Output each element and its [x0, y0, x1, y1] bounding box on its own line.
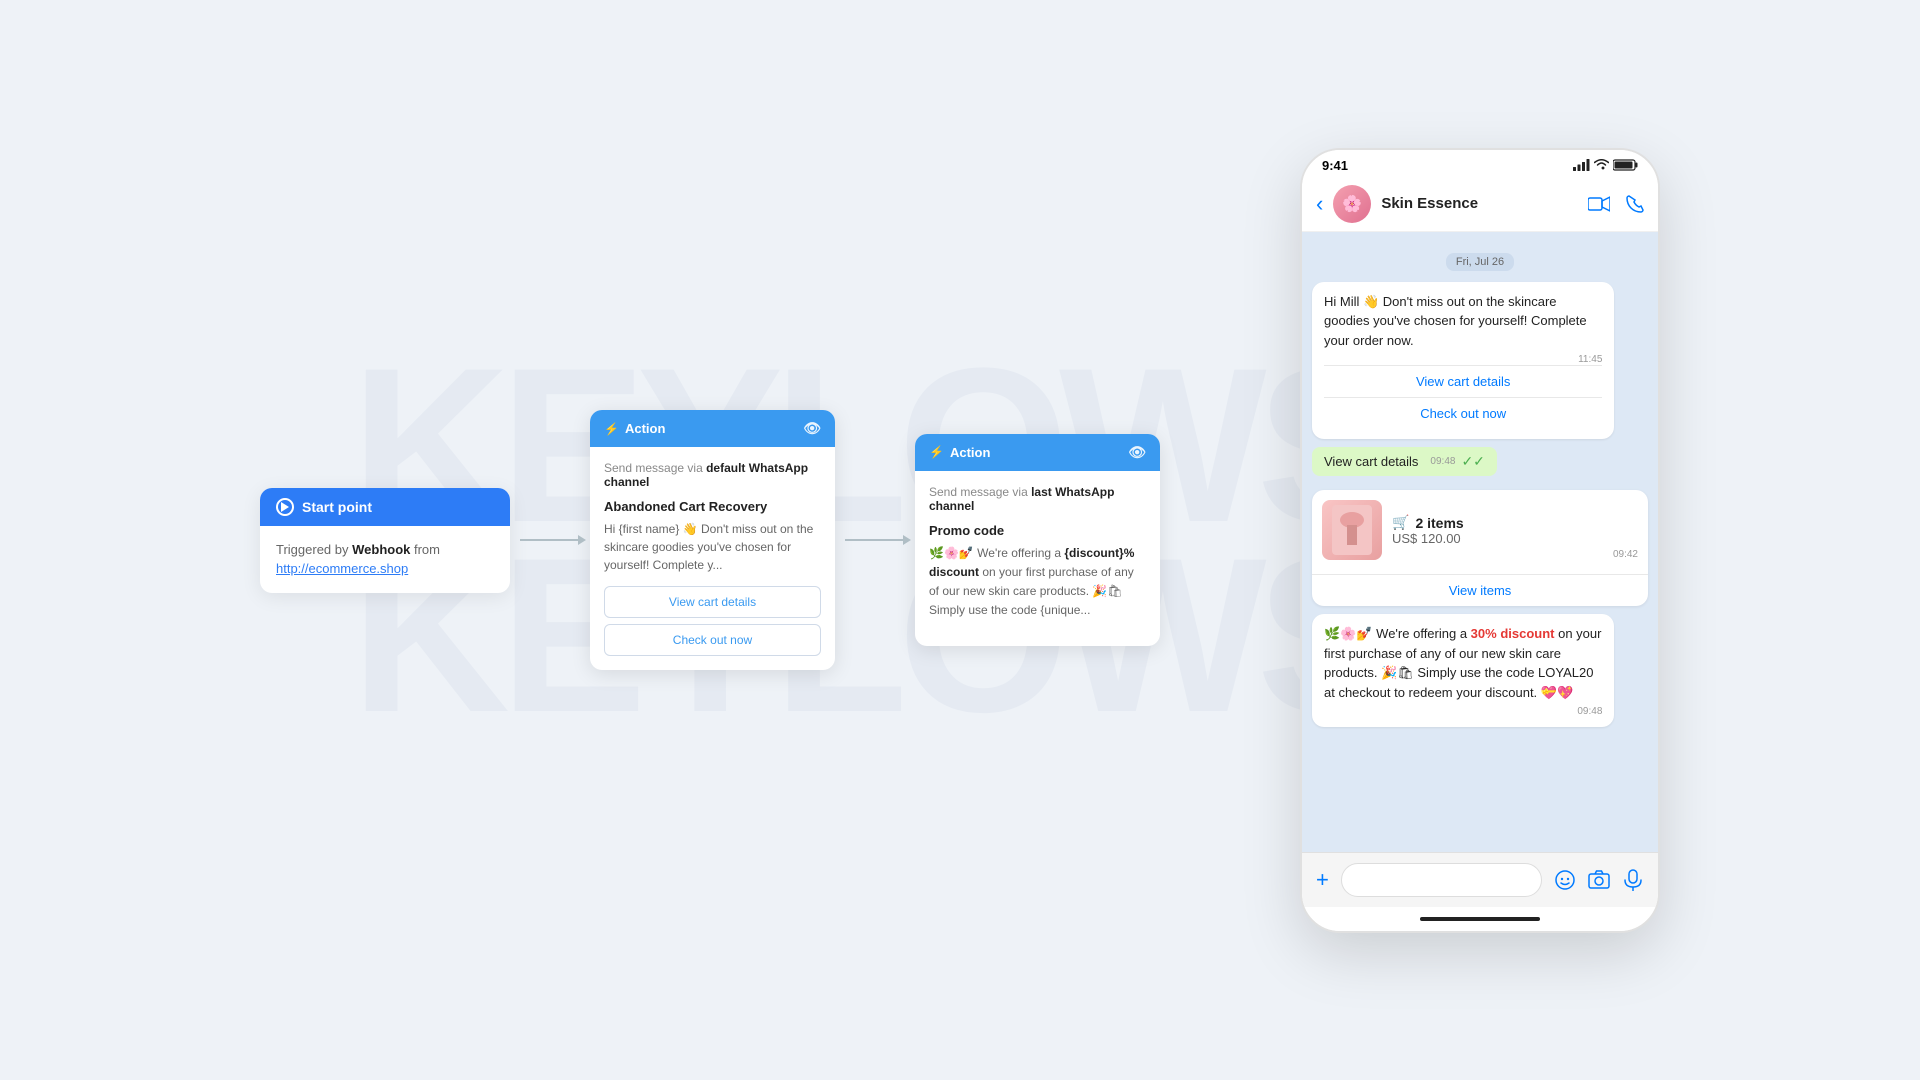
home-indicator — [1302, 907, 1658, 931]
date-divider: Fri, Jul 26 — [1312, 252, 1648, 270]
status-icons — [1573, 159, 1638, 171]
chat-body[interactable]: Fri, Jul 26 Hi Mill 👋 Don't miss out on … — [1302, 232, 1658, 852]
start-node-title: Start point — [302, 499, 372, 515]
view-cart-details-btn[interactable]: View cart details — [1324, 365, 1602, 397]
start-node-header: Start point — [260, 488, 510, 526]
status-bar: 9:41 — [1302, 150, 1658, 177]
chat-header: ‹ 🌸 Skin Essence — [1302, 177, 1658, 232]
action-header-left: ⚡ Action — [604, 421, 665, 436]
signal-icon — [1573, 159, 1590, 171]
message-title-1: Abandoned Cart Recovery — [604, 499, 821, 514]
arrow-line-1 — [520, 539, 580, 541]
view-cart-btn-1[interactable]: View cart details — [604, 586, 821, 618]
add-attachment-icon[interactable]: + — [1316, 867, 1329, 893]
trigger-label: Triggered by Webhook from — [276, 542, 440, 557]
wifi-icon — [1594, 159, 1609, 171]
trigger-url[interactable]: http://ecommerce.shop — [276, 561, 408, 576]
arrow-connector-2 — [835, 539, 915, 541]
battery-icon — [1613, 159, 1638, 171]
cart-info: 🛒 2 items US$ 120.00 — [1392, 514, 1603, 546]
video-call-icon[interactable] — [1588, 195, 1610, 213]
message-time-1: 11:45 — [1324, 354, 1602, 365]
promo-preview: 🌿🌸💅 We're offering a {discount}% discoun… — [929, 544, 1146, 621]
message-preview-1: Hi {first name} 👋 Don't miss out on the … — [604, 520, 821, 574]
chat-input-bar: + — [1302, 852, 1658, 907]
promo-bubble: 🌿🌸💅 We're offering a 30% discount on you… — [1312, 614, 1614, 727]
message-input-area[interactable] — [1341, 863, 1542, 897]
status-time: 9:41 — [1322, 158, 1348, 173]
lightning-icon: ⚡ — [604, 422, 619, 436]
chat-header-icons — [1588, 195, 1644, 213]
action-node-1-title: Action — [625, 421, 665, 436]
action-node-2-title: Action — [950, 445, 990, 460]
play-icon — [276, 498, 294, 516]
trigger-bold: Webhook — [352, 542, 410, 557]
sticker-icon[interactable] — [1554, 869, 1576, 891]
cart-items-label: 🛒 2 items — [1392, 514, 1603, 531]
view-items-button[interactable]: View items — [1312, 574, 1648, 606]
action-send-label-1: Send message via default WhatsApp channe… — [604, 461, 821, 489]
received-row: View cart details 09:48 ✓✓ — [1312, 447, 1648, 484]
cart-card: 🛒 2 items US$ 120.00 09:42 View items — [1312, 490, 1648, 606]
received-badge: View cart details 09:48 ✓✓ — [1312, 447, 1497, 476]
message-text-1: Hi Mill 👋 Don't miss out on the skincare… — [1324, 292, 1602, 351]
home-bar — [1420, 917, 1540, 921]
back-button[interactable]: ‹ — [1316, 191, 1323, 217]
action-node-2-body: Send message via last WhatsApp channel P… — [915, 471, 1160, 647]
action-header-left-2: ⚡ Action — [929, 445, 990, 460]
camera-icon[interactable] — [1588, 869, 1610, 891]
action-node-2: ⚡ Action 👁 Send message via last WhatsAp… — [915, 434, 1160, 647]
lightning-icon-2: ⚡ — [929, 445, 944, 459]
action-node-1: ⚡ Action 👁 Send message via default What… — [590, 410, 835, 670]
message-title-2: Promo code — [929, 523, 1146, 538]
promo-text: 🌿🌸💅 We're offering a 30% discount on you… — [1324, 624, 1602, 702]
discount-word: discount — [1497, 626, 1555, 641]
check-out-now-btn[interactable]: Check out now — [1324, 397, 1602, 429]
arrow-line-2 — [845, 539, 905, 541]
cart-product-image — [1322, 500, 1382, 560]
check-icon: ✓✓ — [1461, 453, 1484, 470]
action-node-2-header: ⚡ Action 👁 — [915, 434, 1160, 471]
main-content: Start point Triggered by Webhook from ht… — [0, 0, 1920, 1080]
promo-time: 09:48 — [1324, 706, 1602, 717]
received-time: 09:48 — [1430, 456, 1455, 467]
chat-contact-name: Skin Essence — [1381, 195, 1578, 212]
start-node-body: Triggered by Webhook from http://ecommer… — [260, 526, 510, 593]
arrow-connector-1 — [510, 539, 590, 541]
received-text: View cart details — [1324, 454, 1418, 469]
discount-highlight: 30% — [1471, 626, 1497, 641]
phone-mockup: 9:41 — [1300, 148, 1660, 933]
checkout-btn-1[interactable]: Check out now — [604, 624, 821, 656]
message-bubble-1: Hi Mill 👋 Don't miss out on the skincare… — [1312, 282, 1614, 440]
phone-call-icon[interactable] — [1626, 195, 1644, 213]
eye-icon-1[interactable]: 👁 — [803, 420, 821, 437]
cart-time: 09:42 — [1613, 549, 1638, 560]
cart-price: US$ 120.00 — [1392, 531, 1603, 546]
action-send-label-2: Send message via last WhatsApp channel — [929, 485, 1146, 513]
start-node: Start point Triggered by Webhook from ht… — [260, 488, 510, 593]
avatar: 🌸 — [1333, 185, 1371, 223]
workflow-canvas: Start point Triggered by Webhook from ht… — [260, 410, 1260, 670]
microphone-icon[interactable] — [1622, 869, 1644, 891]
eye-icon-2[interactable]: 👁 — [1128, 444, 1146, 461]
action-node-1-body: Send message via default WhatsApp channe… — [590, 447, 835, 670]
action-node-1-header: ⚡ Action 👁 — [590, 410, 835, 447]
